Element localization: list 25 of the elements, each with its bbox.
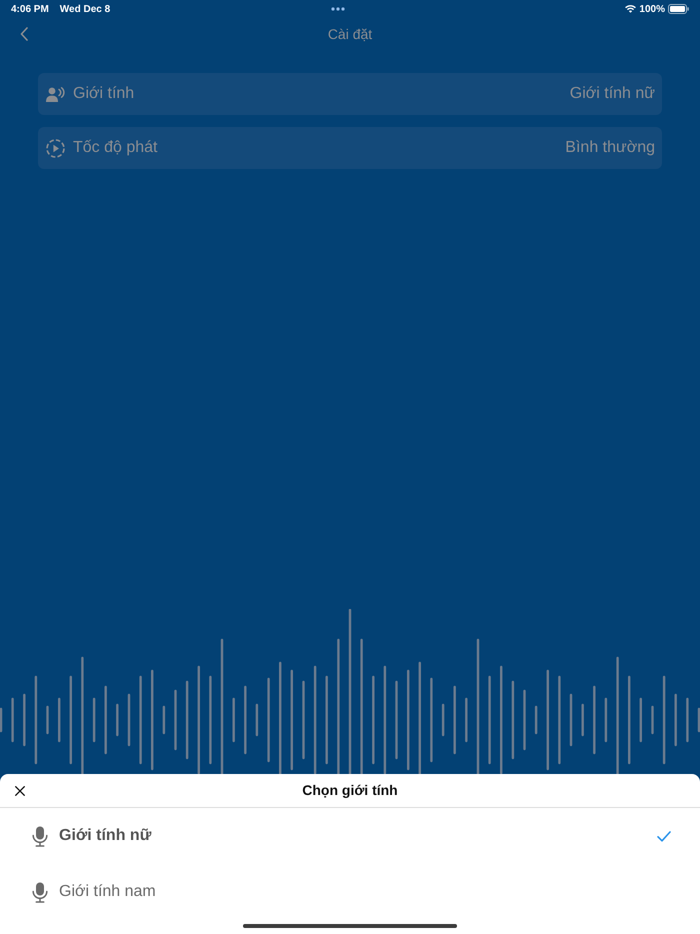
wifi-icon <box>625 5 636 13</box>
microphone-icon <box>32 826 48 846</box>
checkmark-icon <box>657 830 671 842</box>
settings-row[interactable]: Giới tính Giới tính nữ <box>38 73 662 115</box>
setting-label: Tốc độ phát <box>73 138 158 158</box>
battery-icon <box>668 4 689 14</box>
gender-option[interactable]: Giới tính nữ <box>0 808 700 864</box>
more-dots-icon[interactable] <box>330 7 345 11</box>
status-time: 4:06 PM <box>11 2 49 16</box>
gender-option[interactable]: Giới tính nam <box>0 864 700 920</box>
setting-label: Giới tính <box>73 84 134 104</box>
person-speaking-icon <box>46 86 65 102</box>
option-label: Giới tính nam <box>59 882 156 902</box>
setting-value: Bình thường <box>565 138 655 158</box>
microphone-icon <box>32 882 48 902</box>
close-icon[interactable] <box>15 786 25 796</box>
option-label: Giới tính nữ <box>59 826 152 846</box>
battery-percent: 100% <box>639 2 665 16</box>
setting-value: Giới tính nữ <box>570 84 655 104</box>
back-icon[interactable] <box>20 27 28 41</box>
page-title: Cài đặt <box>328 24 372 44</box>
settings-row[interactable]: Tốc độ phát Bình thường <box>38 127 662 169</box>
status-date: Wed Dec 8 <box>60 2 110 16</box>
sheet-title: Chọn giới tính <box>302 781 398 800</box>
play-circle-icon <box>46 138 65 158</box>
